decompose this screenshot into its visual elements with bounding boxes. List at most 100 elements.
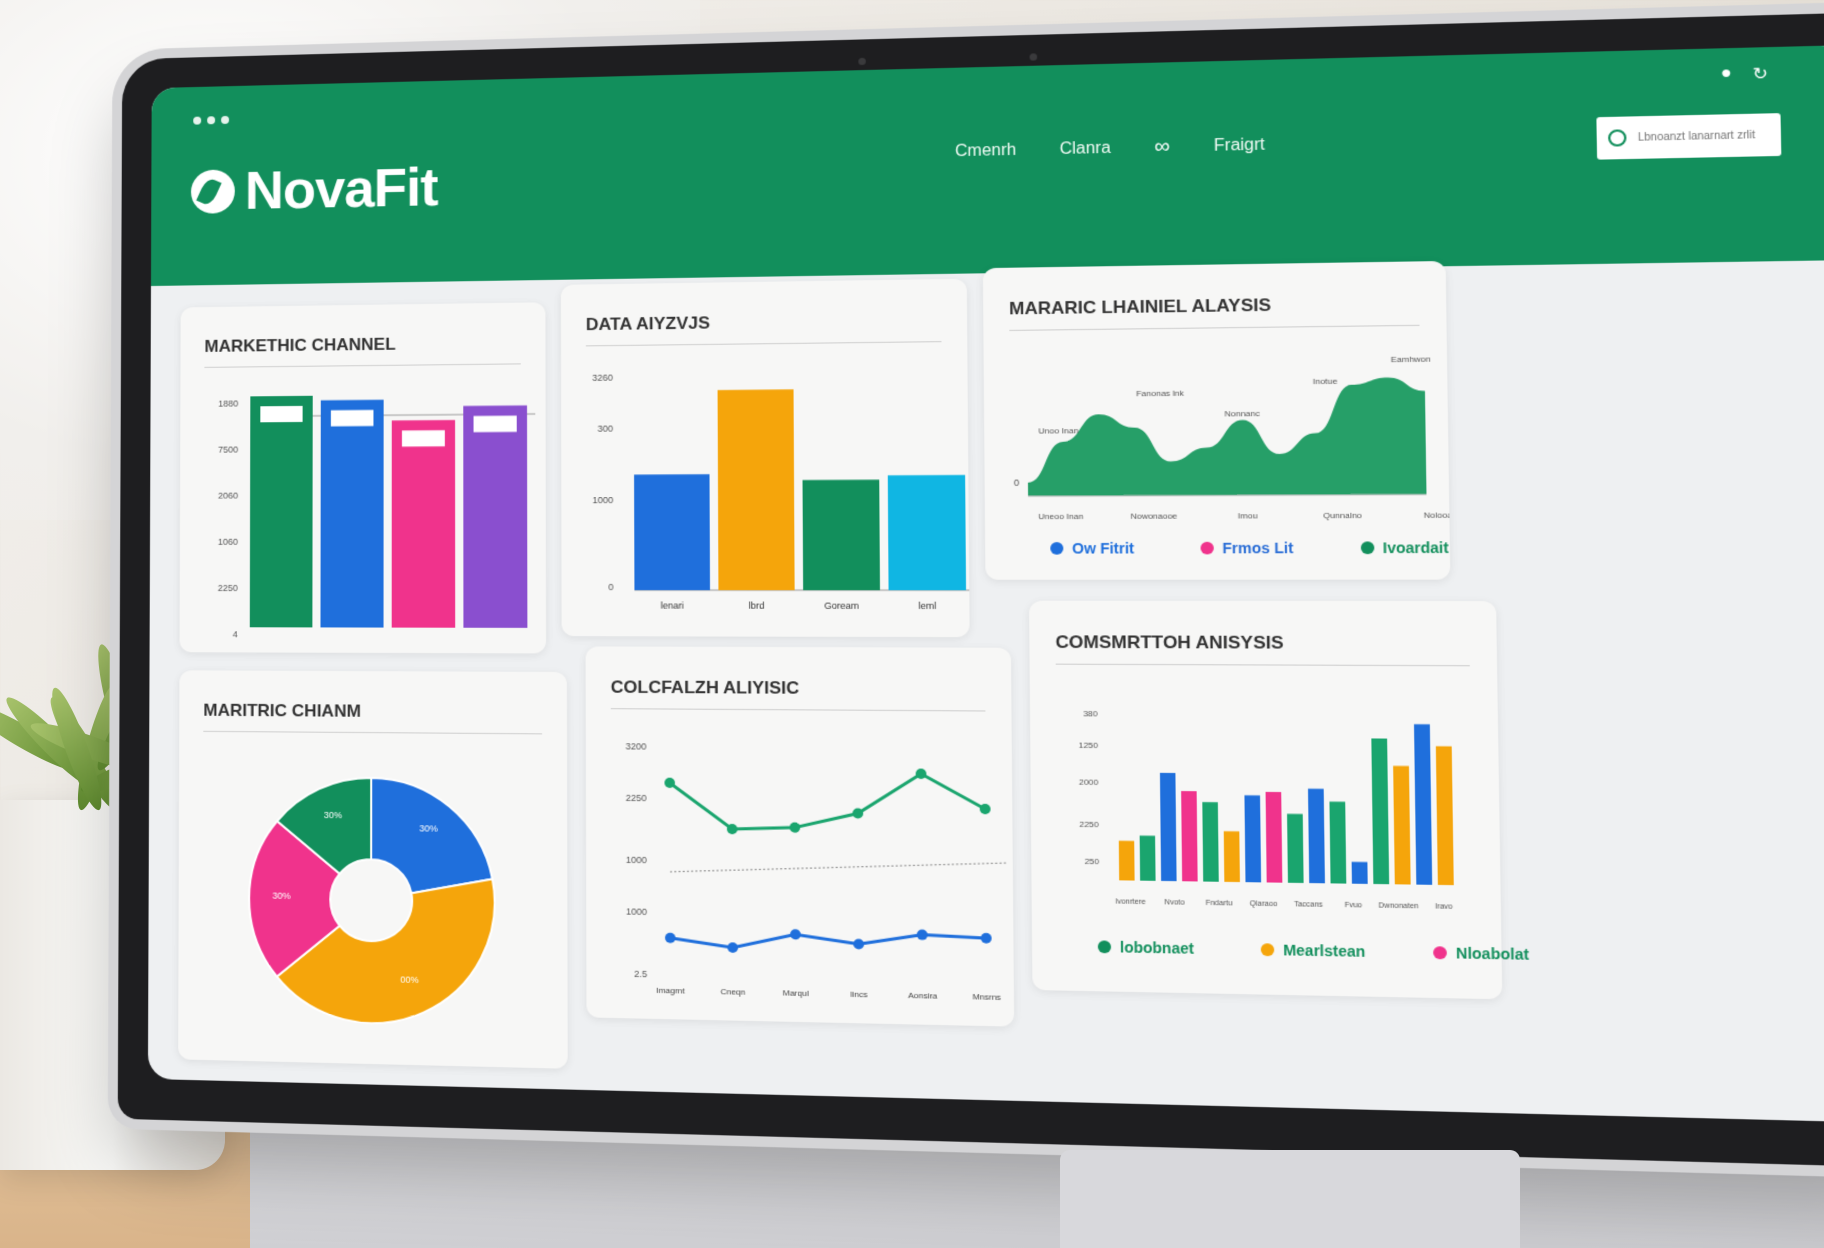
x-tick-label: Imou [1238, 511, 1258, 521]
legend-item[interactable]: Mearlstean [1261, 941, 1366, 960]
bar [1266, 792, 1283, 883]
bar-label-box [402, 430, 445, 446]
y-tick-label: 0 [608, 582, 613, 592]
panel-line-analysis: COLCFALZH ALIYISIC 3200 2250 1000 1000 2.5 Im… [586, 646, 1015, 1026]
y-tick-label: 4 [233, 629, 238, 639]
bar [1202, 802, 1218, 882]
line-point [917, 929, 928, 940]
line-point [727, 824, 738, 835]
y-tick-label: 1000 [626, 906, 647, 917]
y-tick-label: 2250 [1079, 820, 1099, 830]
legend-item[interactable]: Ow Fitrit [1050, 540, 1134, 557]
legend-label: Nloabolat [1456, 944, 1529, 963]
header-icons: ● ↻ [1720, 63, 1768, 85]
y-tick-label: 1000 [626, 855, 647, 866]
bar [1352, 862, 1368, 884]
legend-label: Ow Fitrit [1072, 540, 1134, 557]
trackpad[interactable] [1060, 1150, 1520, 1248]
y-tick-label: 3260 [592, 372, 613, 382]
logo-icon [191, 169, 235, 214]
line-point [981, 933, 992, 944]
x-tick-label: Uneoo Inan [1038, 512, 1083, 522]
bar [1140, 836, 1156, 881]
bar [1119, 841, 1135, 881]
slice-label: 00% [400, 974, 419, 985]
y-tick-label: 1060 [218, 537, 238, 547]
annotation-label: Eamhwon [1391, 354, 1431, 364]
x-tick-label: Fvuo [1345, 902, 1363, 910]
bar-label-box [331, 410, 374, 426]
bar [392, 420, 456, 628]
bar [320, 400, 383, 628]
x-tick-label: Nowonaooe [1130, 511, 1178, 521]
y-tick-label: 7500 [218, 444, 238, 454]
legend-item[interactable]: Ivoardait [1360, 539, 1449, 556]
legend-label: Frmos Lit [1222, 539, 1293, 556]
legend: Ow Fitrit Frmos Lit Ivoardait [1050, 539, 1449, 557]
legend-item[interactable]: lobobnaet [1098, 938, 1194, 957]
y-tick-label: 2060 [218, 491, 238, 501]
y-tick-label: 380 [1083, 709, 1098, 719]
bar [1287, 814, 1304, 883]
panel-marketing-pie: MARITRIC CHIANM 30% 00% 30% 30% [178, 670, 568, 1068]
legend-item[interactable]: Frmos Lit [1200, 539, 1293, 556]
x-tick-label: lbrd [749, 600, 765, 610]
nav-link-1[interactable]: Cmenrh [955, 141, 1016, 161]
x-tick-label: Mnsrns [972, 992, 1001, 1002]
y-tick-label: 2000 [1079, 777, 1099, 787]
line-point [853, 939, 864, 950]
x-tick-label: leml [918, 601, 936, 612]
search-box[interactable] [1596, 113, 1781, 160]
link-icon[interactable]: ∞ [1154, 135, 1170, 159]
bar [1181, 791, 1198, 881]
y-tick-label: 300 [597, 423, 613, 433]
line-point [664, 778, 675, 788]
slice-label: 30% [272, 890, 290, 901]
nav-link-3[interactable]: Fraigrt [1214, 136, 1265, 156]
line-point [790, 929, 801, 940]
line-point [727, 942, 738, 953]
x-tick-label: Goream [824, 600, 859, 610]
laptop-screen: NovaFit ● ↻ Cmenrh Clanra ∞ Fraigrt MARK… [148, 45, 1824, 1122]
slice-label: 30% [324, 810, 342, 820]
legend-item[interactable]: Nloabolat [1433, 944, 1529, 963]
bar [1393, 766, 1411, 885]
slice-label: 30% [419, 823, 438, 834]
search-icon [1608, 129, 1627, 146]
refresh-icon[interactable]: ↻ [1752, 63, 1768, 85]
x-tick-label: Dwnonaten [1378, 902, 1418, 910]
bar [1371, 738, 1389, 884]
camera-icon [858, 58, 865, 65]
x-tick-label: Ivonrtere [1115, 898, 1146, 906]
bar [1436, 746, 1454, 885]
nav-link-2[interactable]: Clanra [1059, 139, 1110, 159]
line-point [665, 933, 676, 944]
bar [888, 475, 966, 590]
x-tick-label: lenari [661, 600, 684, 610]
laptop: NovaFit ● ↻ Cmenrh Clanra ∞ Fraigrt MARK… [118, 12, 1824, 1168]
panel-marketing-channel: MARKETHIC CHANNEL 1880 7500 2060 1060 2250 4 [180, 302, 547, 653]
x-tick-label: Fndartu [1206, 900, 1233, 908]
bar-chart: 1880 7500 2060 1060 2250 4 [180, 302, 547, 653]
bar-label-box [260, 406, 302, 422]
app-logo[interactable]: NovaFit [191, 156, 438, 223]
bar [1160, 773, 1177, 881]
search-input[interactable] [1635, 128, 1767, 145]
panel-data-analysis: DATA AIYZVJS 3260 300 1000 0 lenari lbrd Gorea… [561, 279, 970, 637]
bar [1308, 789, 1325, 884]
bar [463, 405, 527, 627]
bar [803, 480, 880, 591]
annotation-label: Unoo Inan [1038, 426, 1078, 436]
x-tick-label: Qlaraoo [1250, 900, 1278, 908]
area-chart: 0 Uneoo Inan Nowonaooe Imou Qunnalno Nolooa Un… [983, 261, 1450, 580]
logo-text: NovaFit [245, 156, 438, 222]
x-tick-label: Qunnalno [1323, 511, 1363, 521]
user-icon[interactable]: ● [1720, 64, 1732, 86]
x-tick-label: Nolooa [1424, 510, 1451, 520]
line-point [790, 822, 801, 833]
window-controls[interactable] [193, 116, 229, 125]
x-tick-label: Taccans [1294, 901, 1323, 909]
y-tick-label: 1250 [1079, 740, 1099, 750]
y-tick-label: 1880 [218, 398, 238, 408]
bar-label-box [474, 416, 517, 433]
